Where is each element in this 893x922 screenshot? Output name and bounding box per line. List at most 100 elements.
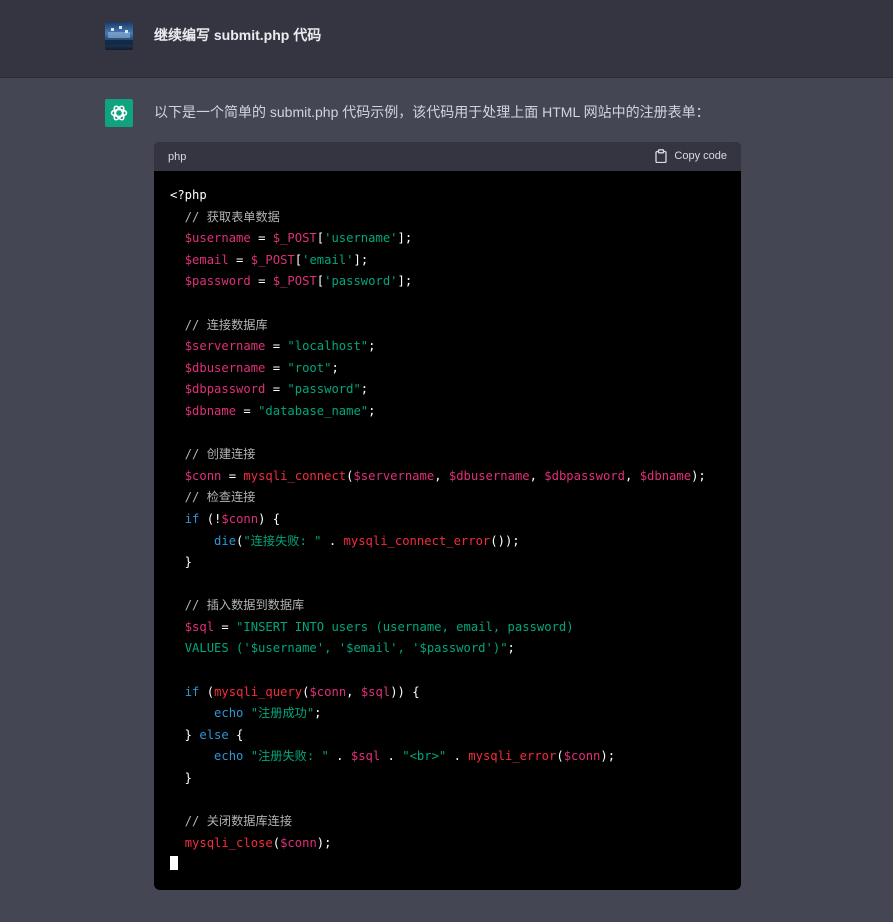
code-token: = bbox=[228, 252, 251, 267]
copy-code-label: Copy code bbox=[674, 150, 727, 162]
code-token: ]; bbox=[397, 231, 413, 246]
code-token: 'username' bbox=[324, 231, 398, 246]
code-token: $sql bbox=[350, 749, 381, 764]
code-line: $conn = mysqli_connect($servername, $dbu… bbox=[170, 466, 741, 488]
code-line: $sql = "INSERT INTO users (username, ema… bbox=[170, 617, 741, 639]
code-token: $_POST bbox=[272, 274, 317, 289]
code-token: ()); bbox=[490, 533, 520, 548]
code-token: ]; bbox=[397, 274, 413, 289]
code-line: die("连接失败: " . mysqli_connect_error()); bbox=[170, 531, 741, 553]
code-token: $username bbox=[184, 231, 251, 246]
assistant-message-text: 以下是一个简单的 submit.php 代码示例，该代码用于处理上面 HTML … bbox=[154, 104, 710, 120]
code-token: $dbusername bbox=[448, 468, 530, 483]
code-token: . bbox=[321, 533, 344, 548]
code-token: ); bbox=[691, 468, 706, 483]
code-line: $email = $_POST['email']; bbox=[170, 250, 741, 272]
code-token: "root" bbox=[287, 360, 332, 375]
code-token: "<br>" bbox=[402, 749, 447, 764]
code-token: echo bbox=[214, 706, 244, 721]
code-token: mysqli_close bbox=[184, 835, 273, 850]
code-line: mysqli_close($conn); bbox=[170, 833, 741, 855]
code-line: if (mysqli_query($conn, $sql)) { bbox=[170, 682, 741, 704]
code-line: } bbox=[170, 552, 741, 574]
user-message-row: 继续编写 submit.php 代码 bbox=[0, 0, 893, 78]
code-token: = bbox=[250, 231, 273, 246]
code-line: // 创建连接 bbox=[170, 444, 741, 466]
code-token: ; bbox=[331, 360, 339, 375]
code-token: = bbox=[221, 468, 244, 483]
code-token: 'email' bbox=[302, 252, 354, 267]
code-token: if bbox=[184, 684, 200, 699]
code-token: . bbox=[380, 749, 403, 764]
code-token: = bbox=[236, 403, 259, 418]
code-token: mysqli_connect_error bbox=[343, 533, 491, 548]
code-token: ; bbox=[368, 339, 376, 354]
code-token: ) { bbox=[258, 511, 281, 526]
code-token: // 关闭数据库连接 bbox=[184, 814, 293, 829]
code-token: die bbox=[214, 533, 237, 548]
code-token: $conn bbox=[280, 835, 317, 850]
code-token: , bbox=[434, 468, 449, 483]
code-token: ; bbox=[507, 641, 515, 656]
code-token: $dbname bbox=[639, 468, 692, 483]
code-token: ; bbox=[368, 403, 376, 418]
code-content: <?php // 获取表单数据 $username = $_POST['user… bbox=[154, 171, 741, 890]
code-line: $dbusername = "root"; bbox=[170, 358, 741, 380]
code-token: ( bbox=[556, 749, 564, 764]
code-token: if bbox=[184, 511, 200, 526]
code-token: // 检查连接 bbox=[184, 490, 256, 505]
code-block: php Copy code <?php // 获取表单数据 $username … bbox=[154, 142, 741, 890]
code-line: echo "注册失败: " . $sql . "<br>" . mysqli_e… bbox=[170, 746, 741, 768]
code-line: // 连接数据库 bbox=[170, 315, 741, 337]
code-token: )) { bbox=[390, 684, 420, 699]
text-cursor bbox=[170, 856, 178, 871]
code-line: } else { bbox=[170, 725, 741, 747]
chatgpt-logo-icon bbox=[105, 99, 133, 127]
code-token: = bbox=[265, 382, 288, 397]
code-token: "注册成功" bbox=[250, 706, 315, 721]
code-token: } bbox=[170, 727, 200, 742]
code-token: mysqli_connect bbox=[243, 468, 347, 483]
code-token: $dbpassword bbox=[544, 468, 625, 483]
copy-code-button[interactable]: Copy code bbox=[655, 149, 727, 163]
code-token: "database_name" bbox=[258, 403, 369, 418]
code-token: ]; bbox=[353, 252, 369, 267]
code-line: if (!$conn) { bbox=[170, 509, 741, 531]
code-line: } bbox=[170, 768, 741, 790]
code-token: $servername bbox=[353, 468, 435, 483]
code-token: ; bbox=[360, 382, 369, 397]
code-token: = bbox=[265, 360, 288, 375]
code-token: $conn bbox=[221, 511, 259, 526]
code-token: VALUES ('$username', '$email', '$passwor… bbox=[184, 641, 508, 656]
code-token: ); bbox=[316, 835, 332, 850]
code-token: , bbox=[529, 468, 545, 483]
code-token: <?php bbox=[170, 188, 207, 202]
code-token: // 创建连接 bbox=[184, 447, 256, 462]
code-token: ( bbox=[272, 835, 281, 850]
code-token: ); bbox=[600, 749, 616, 764]
user-avatar bbox=[105, 22, 133, 50]
code-token: $dbname bbox=[184, 403, 237, 418]
